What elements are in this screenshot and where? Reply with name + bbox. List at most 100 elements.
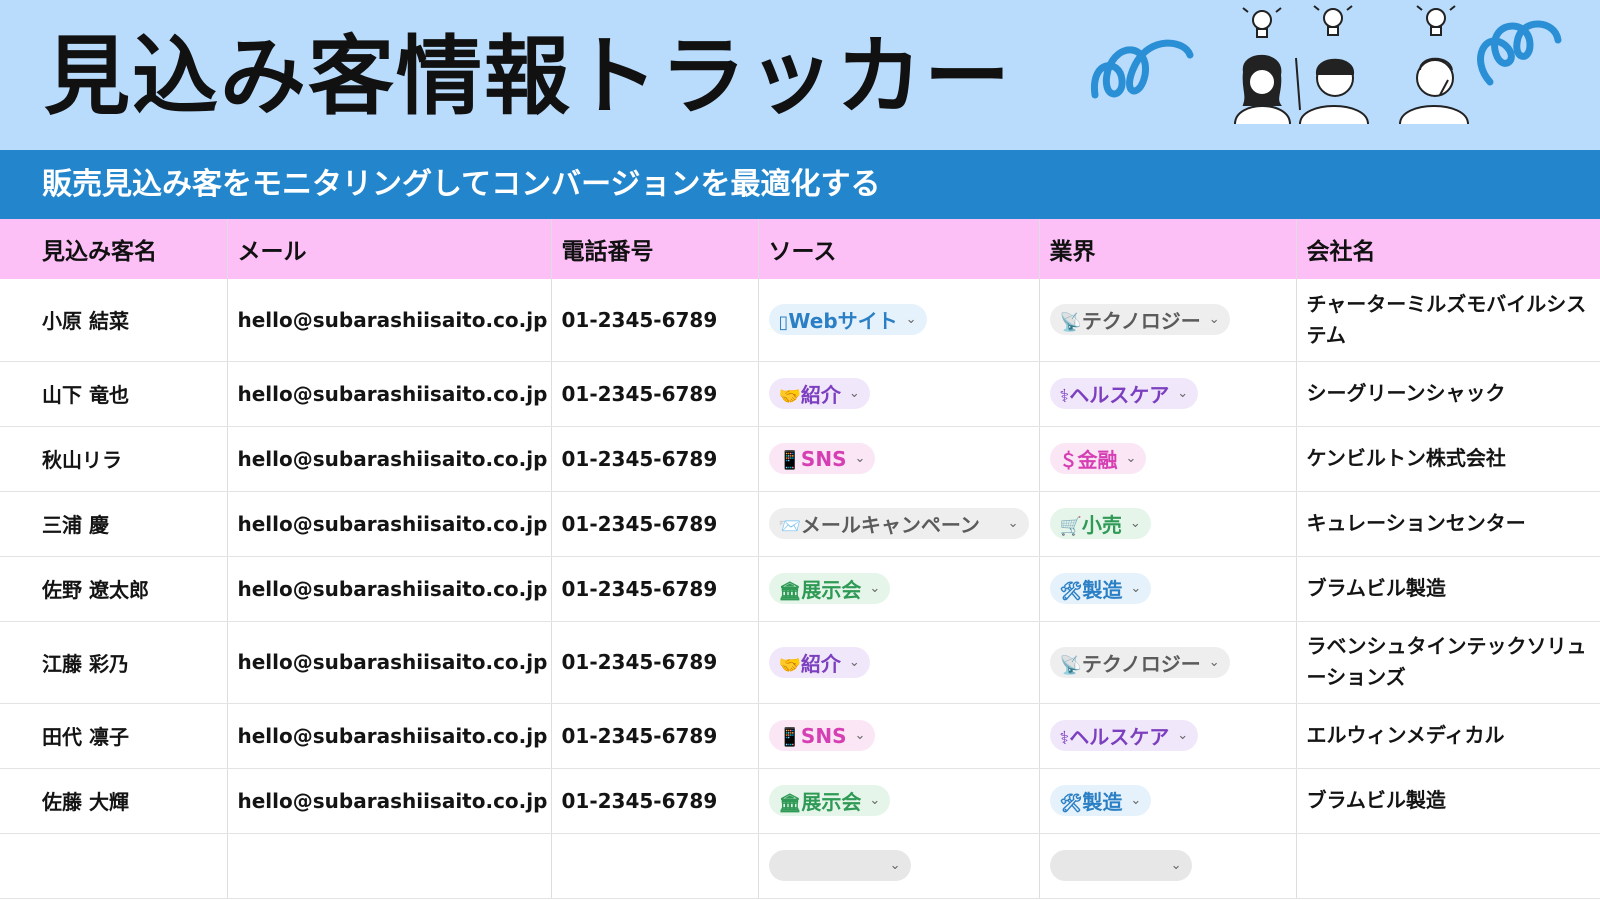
phone-cell[interactable]: 01-2345-6789 xyxy=(551,556,759,622)
lead-name-cell[interactable]: 小原 結菜 xyxy=(0,279,228,362)
source-cell[interactable]: 📱SNS ⌄ xyxy=(758,426,1040,492)
phone-cell[interactable]: 01-2345-6789 xyxy=(551,703,759,769)
phone-cell[interactable]: 01-2345-6789 xyxy=(551,768,759,834)
email-cell[interactable]: hello@subarashiisaito.co.jp xyxy=(227,361,552,427)
email-cell[interactable]: hello@subarashiisaito.co.jp xyxy=(227,426,552,492)
lead-name-cell[interactable] xyxy=(0,833,228,899)
phone-cell[interactable]: 01-2345-6789 xyxy=(551,621,759,704)
industry-dropdown[interactable]: 📡テクノロジー ⌄ xyxy=(1049,304,1230,336)
source-dropdown[interactable]: ⌄ xyxy=(768,850,911,881)
industry-cell[interactable]: 🛒小売 ⌄ xyxy=(1039,491,1297,557)
table-row[interactable]: 佐野 遼太郎 hello@subarashiisaito.co.jp 01-2345… xyxy=(0,556,1600,622)
industry-label: 製造 xyxy=(1082,790,1123,814)
column-header-name[interactable]: 見込み客名 xyxy=(0,219,228,279)
source-cell[interactable]: ⌄ xyxy=(758,833,1040,899)
lead-name-cell[interactable]: 江藤 彩乃 xyxy=(0,621,228,704)
lead-name-cell[interactable]: 佐藤 大輝 xyxy=(0,768,228,834)
column-header-company[interactable]: 会社名 xyxy=(1296,219,1600,279)
industry-cell[interactable]: ＄金融 ⌄ xyxy=(1039,426,1297,492)
industry-cell[interactable]: ⌄ xyxy=(1039,833,1297,899)
industry-dropdown[interactable]: ⚕ヘルスケア ⌄ xyxy=(1049,378,1199,409)
lead-name-cell[interactable]: 佐野 遼太郎 xyxy=(0,556,228,622)
source-dropdown[interactable]: 📱SNS ⌄ xyxy=(768,720,876,751)
industry-dropdown[interactable]: 🛒小売 ⌄ xyxy=(1049,508,1151,539)
source-cell[interactable]: 📱SNS ⌄ xyxy=(758,703,1040,769)
source-dropdown[interactable]: 🤝紹介 ⌄ xyxy=(768,646,870,678)
chevron-down-icon: ⌄ xyxy=(1170,858,1182,873)
table-row[interactable]: 田代 凛子 hello@subarashiisaito.co.jp 01-2345-… xyxy=(0,703,1600,769)
phone-cell[interactable]: 01-2345-6789 xyxy=(551,279,759,362)
table-row[interactable]: 秋山リラ hello@subarashiisaito.co.jp 01-2345-6… xyxy=(0,426,1600,492)
industry-label: 小売 xyxy=(1081,513,1122,537)
industry-label: テクノロジー xyxy=(1081,309,1201,334)
source-dropdown[interactable]: 📨メールキャンペーン ⌄ xyxy=(768,508,1029,539)
industry-icon: ＄ xyxy=(1059,451,1078,472)
company-cell[interactable]: ブラムビル製造 xyxy=(1296,556,1600,622)
source-label: メールキャンペーン xyxy=(800,513,980,537)
company-cell[interactable]: ブラムビル製造 xyxy=(1296,768,1600,834)
lead-name-cell[interactable]: 秋山リラ xyxy=(0,426,228,492)
industry-dropdown[interactable]: ⌄ xyxy=(1049,850,1192,881)
email-cell[interactable]: hello@subarashiisaito.co.jp xyxy=(227,703,552,769)
column-header-source[interactable]: ソース xyxy=(758,219,1040,279)
source-cell[interactable]: 🏛展示会 ⌄ xyxy=(758,768,1040,834)
table-row[interactable]: 江藤 彩乃 hello@subarashiisaito.co.jp 01-2345-… xyxy=(0,621,1600,704)
source-cell[interactable]: 🏛展示会 ⌄ xyxy=(758,556,1040,622)
company-cell[interactable]: ラベンシュタインテックソリューションズ xyxy=(1296,621,1600,704)
table-row[interactable]: 三浦 慶 hello@subarashiisaito.co.jp 01-2345-6… xyxy=(0,491,1600,557)
lead-name-cell[interactable]: 三浦 慶 xyxy=(0,491,228,557)
source-dropdown[interactable]: 🤝紹介 ⌄ xyxy=(768,378,870,409)
swirl-right-icon xyxy=(1477,20,1562,86)
industry-cell[interactable]: ⚕ヘルスケア ⌄ xyxy=(1039,703,1297,769)
swirl-left-icon xyxy=(1090,39,1194,99)
header-banner: 見込み客情報トラッカー xyxy=(0,0,1600,150)
phone-cell[interactable]: 01-2345-6789 xyxy=(551,361,759,427)
lead-name-cell[interactable]: 山下 竜也 xyxy=(0,361,228,427)
table-row[interactable]: 佐藤 大輝 hello@subarashiisaito.co.jp 01-2345-… xyxy=(0,768,1600,834)
industry-dropdown[interactable]: ⚕ヘルスケア ⌄ xyxy=(1049,720,1199,751)
phone-cell[interactable]: 01-2345-6789 xyxy=(551,491,759,557)
column-header-industry[interactable]: 業界 xyxy=(1039,219,1297,279)
table-row[interactable]: 小原 結菜 hello@subarashiisaito.co.jp 01-2345-… xyxy=(0,279,1600,362)
phone-cell[interactable]: 01-2345-6789 xyxy=(551,426,759,492)
table-row-empty[interactable]: ⌄ ⌄ xyxy=(0,833,1600,899)
industry-cell[interactable]: 🛠製造 ⌄ xyxy=(1039,556,1297,622)
company-cell[interactable]: チャーターミルズモバイルシステム xyxy=(1296,279,1600,362)
company-cell[interactable] xyxy=(1296,833,1600,899)
industry-dropdown[interactable]: 🛠製造 ⌄ xyxy=(1049,573,1152,604)
industry-dropdown[interactable]: 🛠製造 ⌄ xyxy=(1049,785,1152,816)
table-row[interactable]: 山下 竜也 hello@subarashiisaito.co.jp 01-2345-… xyxy=(0,361,1600,427)
chevron-down-icon: ⌄ xyxy=(1208,654,1220,670)
source-dropdown[interactable]: ▯Webサイト ⌄ xyxy=(768,304,927,336)
industry-dropdown[interactable]: 📡テクノロジー ⌄ xyxy=(1049,646,1230,678)
industry-cell[interactable]: 📡テクノロジー ⌄ xyxy=(1039,621,1297,704)
email-cell[interactable] xyxy=(227,833,552,899)
company-cell[interactable]: エルウィンメディカル xyxy=(1296,703,1600,769)
lead-name-cell[interactable]: 田代 凛子 xyxy=(0,703,228,769)
industry-cell[interactable]: ⚕ヘルスケア ⌄ xyxy=(1039,361,1297,427)
company-cell[interactable]: ケンビルトン株式会社 xyxy=(1296,426,1600,492)
email-cell[interactable]: hello@subarashiisaito.co.jp xyxy=(227,768,552,834)
source-dropdown[interactable]: 🏛展示会 ⌄ xyxy=(768,573,891,604)
column-header-email[interactable]: メール xyxy=(227,219,552,279)
company-cell[interactable]: シーグリーンシャック xyxy=(1296,361,1600,427)
industry-dropdown[interactable]: ＄金融 ⌄ xyxy=(1049,443,1147,474)
company-cell[interactable]: キュレーションセンター xyxy=(1296,491,1600,557)
column-header-phone[interactable]: 電話番号 xyxy=(551,219,759,279)
email-cell[interactable]: hello@subarashiisaito.co.jp xyxy=(227,621,552,704)
source-cell[interactable]: 📨メールキャンペーン ⌄ xyxy=(758,491,1040,557)
source-dropdown[interactable]: 🏛展示会 ⌄ xyxy=(768,785,891,816)
email-cell[interactable]: hello@subarashiisaito.co.jp xyxy=(227,279,552,362)
industry-cell[interactable]: 📡テクノロジー ⌄ xyxy=(1039,279,1297,362)
source-cell[interactable]: ▯Webサイト ⌄ xyxy=(758,279,1040,362)
phone-cell[interactable] xyxy=(551,833,759,899)
email-cell[interactable]: hello@subarashiisaito.co.jp xyxy=(227,491,552,557)
industry-cell[interactable]: 🛠製造 ⌄ xyxy=(1039,768,1297,834)
chevron-down-icon: ⌄ xyxy=(905,312,917,328)
source-cell[interactable]: 🤝紹介 ⌄ xyxy=(758,361,1040,427)
source-icon: 📱 xyxy=(778,449,801,471)
source-dropdown[interactable]: 📱SNS ⌄ xyxy=(768,443,876,474)
source-cell[interactable]: 🤝紹介 ⌄ xyxy=(758,621,1040,704)
email-cell[interactable]: hello@subarashiisaito.co.jp xyxy=(227,556,552,622)
source-label: 展示会 xyxy=(801,578,862,602)
